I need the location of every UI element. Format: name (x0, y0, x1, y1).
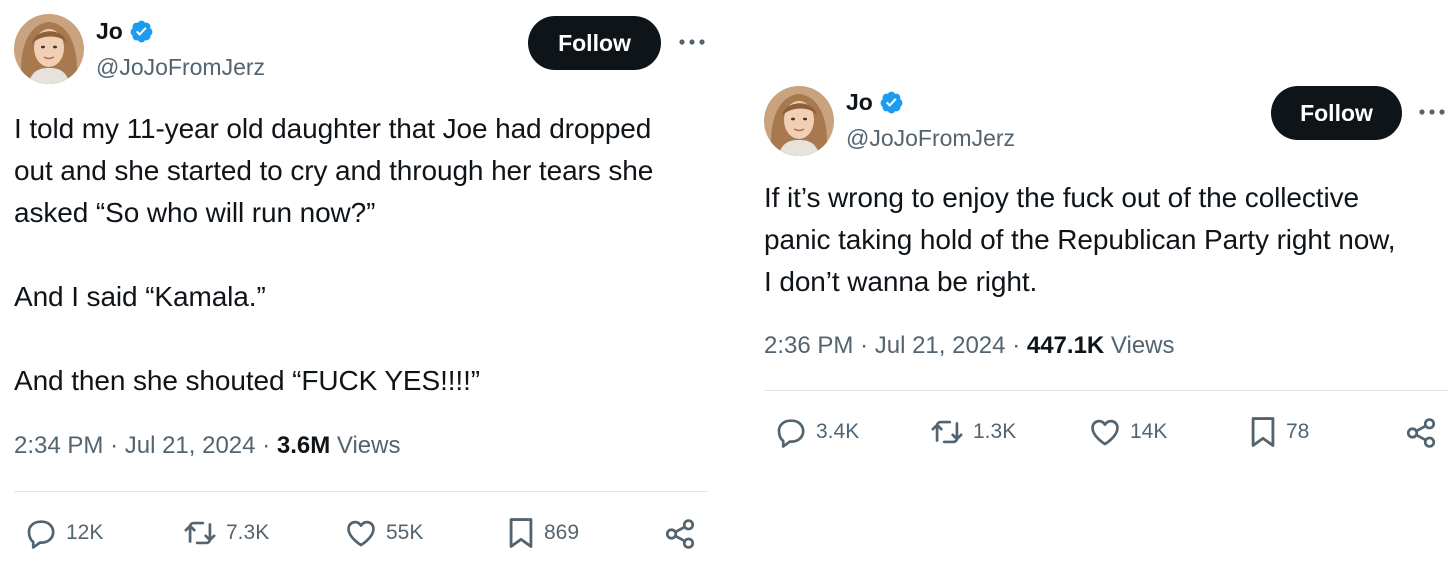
like-count: 14K (1130, 420, 1168, 443)
more-options-icon[interactable] (1418, 107, 1446, 117)
heart-icon (347, 520, 375, 547)
author-name[interactable]: Jo (96, 18, 123, 45)
tweet-date[interactable]: Jul 21, 2024 (875, 332, 1006, 359)
bookmark-icon (1251, 417, 1275, 447)
views-label: Views (336, 432, 401, 459)
tweet-text-blank-line (14, 234, 653, 276)
author-name[interactable]: Jo (846, 89, 873, 116)
tweet-text: I told my 11-year old daughter that Joe … (14, 108, 653, 402)
reply-icon (27, 520, 55, 549)
tweet-meta: 2:36 PM · Jul 21, 2024 · 447.1K Views (764, 332, 1175, 360)
tweet-time[interactable]: 2:36 PM (764, 332, 853, 359)
repost-icon (931, 420, 963, 444)
repost-icon (184, 521, 216, 545)
views-count: 3.6M (276, 432, 331, 459)
tweet-1: Jo @JoJoFromJerz Follow I told my 11-yea… (0, 0, 720, 571)
bookmark-count: 78 (1286, 420, 1310, 443)
repost-count: 1.3K (973, 420, 1017, 443)
avatar[interactable] (14, 14, 84, 84)
reply-icon (777, 419, 805, 448)
views-label: Views (1110, 332, 1175, 359)
tweet-text-line: out and she started to cry and through h… (14, 155, 654, 186)
tweet-text-line: If it’s wrong to enjoy the fuck out of t… (764, 182, 1359, 213)
like-count: 55K (386, 521, 424, 544)
reply-count: 3.4K (816, 420, 860, 443)
tweet-text-blank-line (14, 318, 653, 360)
like-button[interactable]: 55K (344, 516, 423, 550)
meta-separator: · (110, 432, 119, 459)
repost-button[interactable]: 1.3K (929, 415, 1016, 449)
heart-icon (1091, 419, 1119, 446)
divider (14, 491, 708, 492)
tweet-text-line: I don’t wanna be right. (764, 266, 1038, 297)
views-count: 447.1K (1026, 332, 1105, 359)
share-icon[interactable] (663, 517, 697, 551)
meta-separator: · (1012, 332, 1021, 359)
more-options-icon[interactable] (678, 37, 706, 47)
bookmark-button[interactable]: 78 (1248, 415, 1309, 449)
repost-count: 7.3K (226, 521, 270, 544)
meta-separator: · (262, 432, 271, 459)
tweet-date[interactable]: Jul 21, 2024 (125, 432, 256, 459)
avatar[interactable] (764, 86, 834, 156)
follow-button[interactable]: Follow (1271, 86, 1402, 140)
follow-button[interactable]: Follow (528, 16, 661, 70)
tweet-text: If it’s wrong to enjoy the fuck out of t… (764, 177, 1396, 303)
tweet-text-line: And I said “Kamala.” (14, 281, 266, 312)
tweet-text-line: And then she shouted “FUCK YES!!!!” (14, 365, 481, 396)
author-handle[interactable]: @JoJoFromJerz (96, 54, 265, 81)
tweet-text-line: panic taking hold of the Republican Part… (764, 224, 1396, 255)
bookmark-icon (509, 518, 533, 548)
reply-button[interactable]: 3.4K (774, 415, 859, 449)
reply-button[interactable]: 12K (24, 516, 103, 550)
author-name-row: Jo (846, 89, 904, 116)
bookmark-button[interactable]: 869 (506, 516, 579, 550)
author-name-row: Jo (96, 18, 154, 45)
tweet-text-line: I told my 11-year old daughter that Joe … (14, 113, 652, 144)
repost-button[interactable]: 7.3K (182, 516, 269, 550)
tweet-2: Jo @JoJoFromJerz Follow If it’s wrong to… (750, 0, 1456, 571)
tweet-text-line: asked “So who will run now?” (14, 197, 376, 228)
verified-badge-icon (880, 91, 903, 114)
author-handle[interactable]: @JoJoFromJerz (846, 125, 1015, 152)
meta-separator: · (860, 332, 869, 359)
tweet-meta: 2:34 PM · Jul 21, 2024 · 3.6M Views (14, 432, 400, 460)
reply-count: 12K (66, 521, 104, 544)
like-button[interactable]: 14K (1088, 415, 1167, 449)
verified-badge-icon (130, 20, 153, 43)
bookmark-count: 869 (544, 521, 580, 544)
divider (764, 390, 1448, 391)
share-icon[interactable] (1404, 416, 1438, 450)
tweet-time[interactable]: 2:34 PM (14, 432, 103, 459)
